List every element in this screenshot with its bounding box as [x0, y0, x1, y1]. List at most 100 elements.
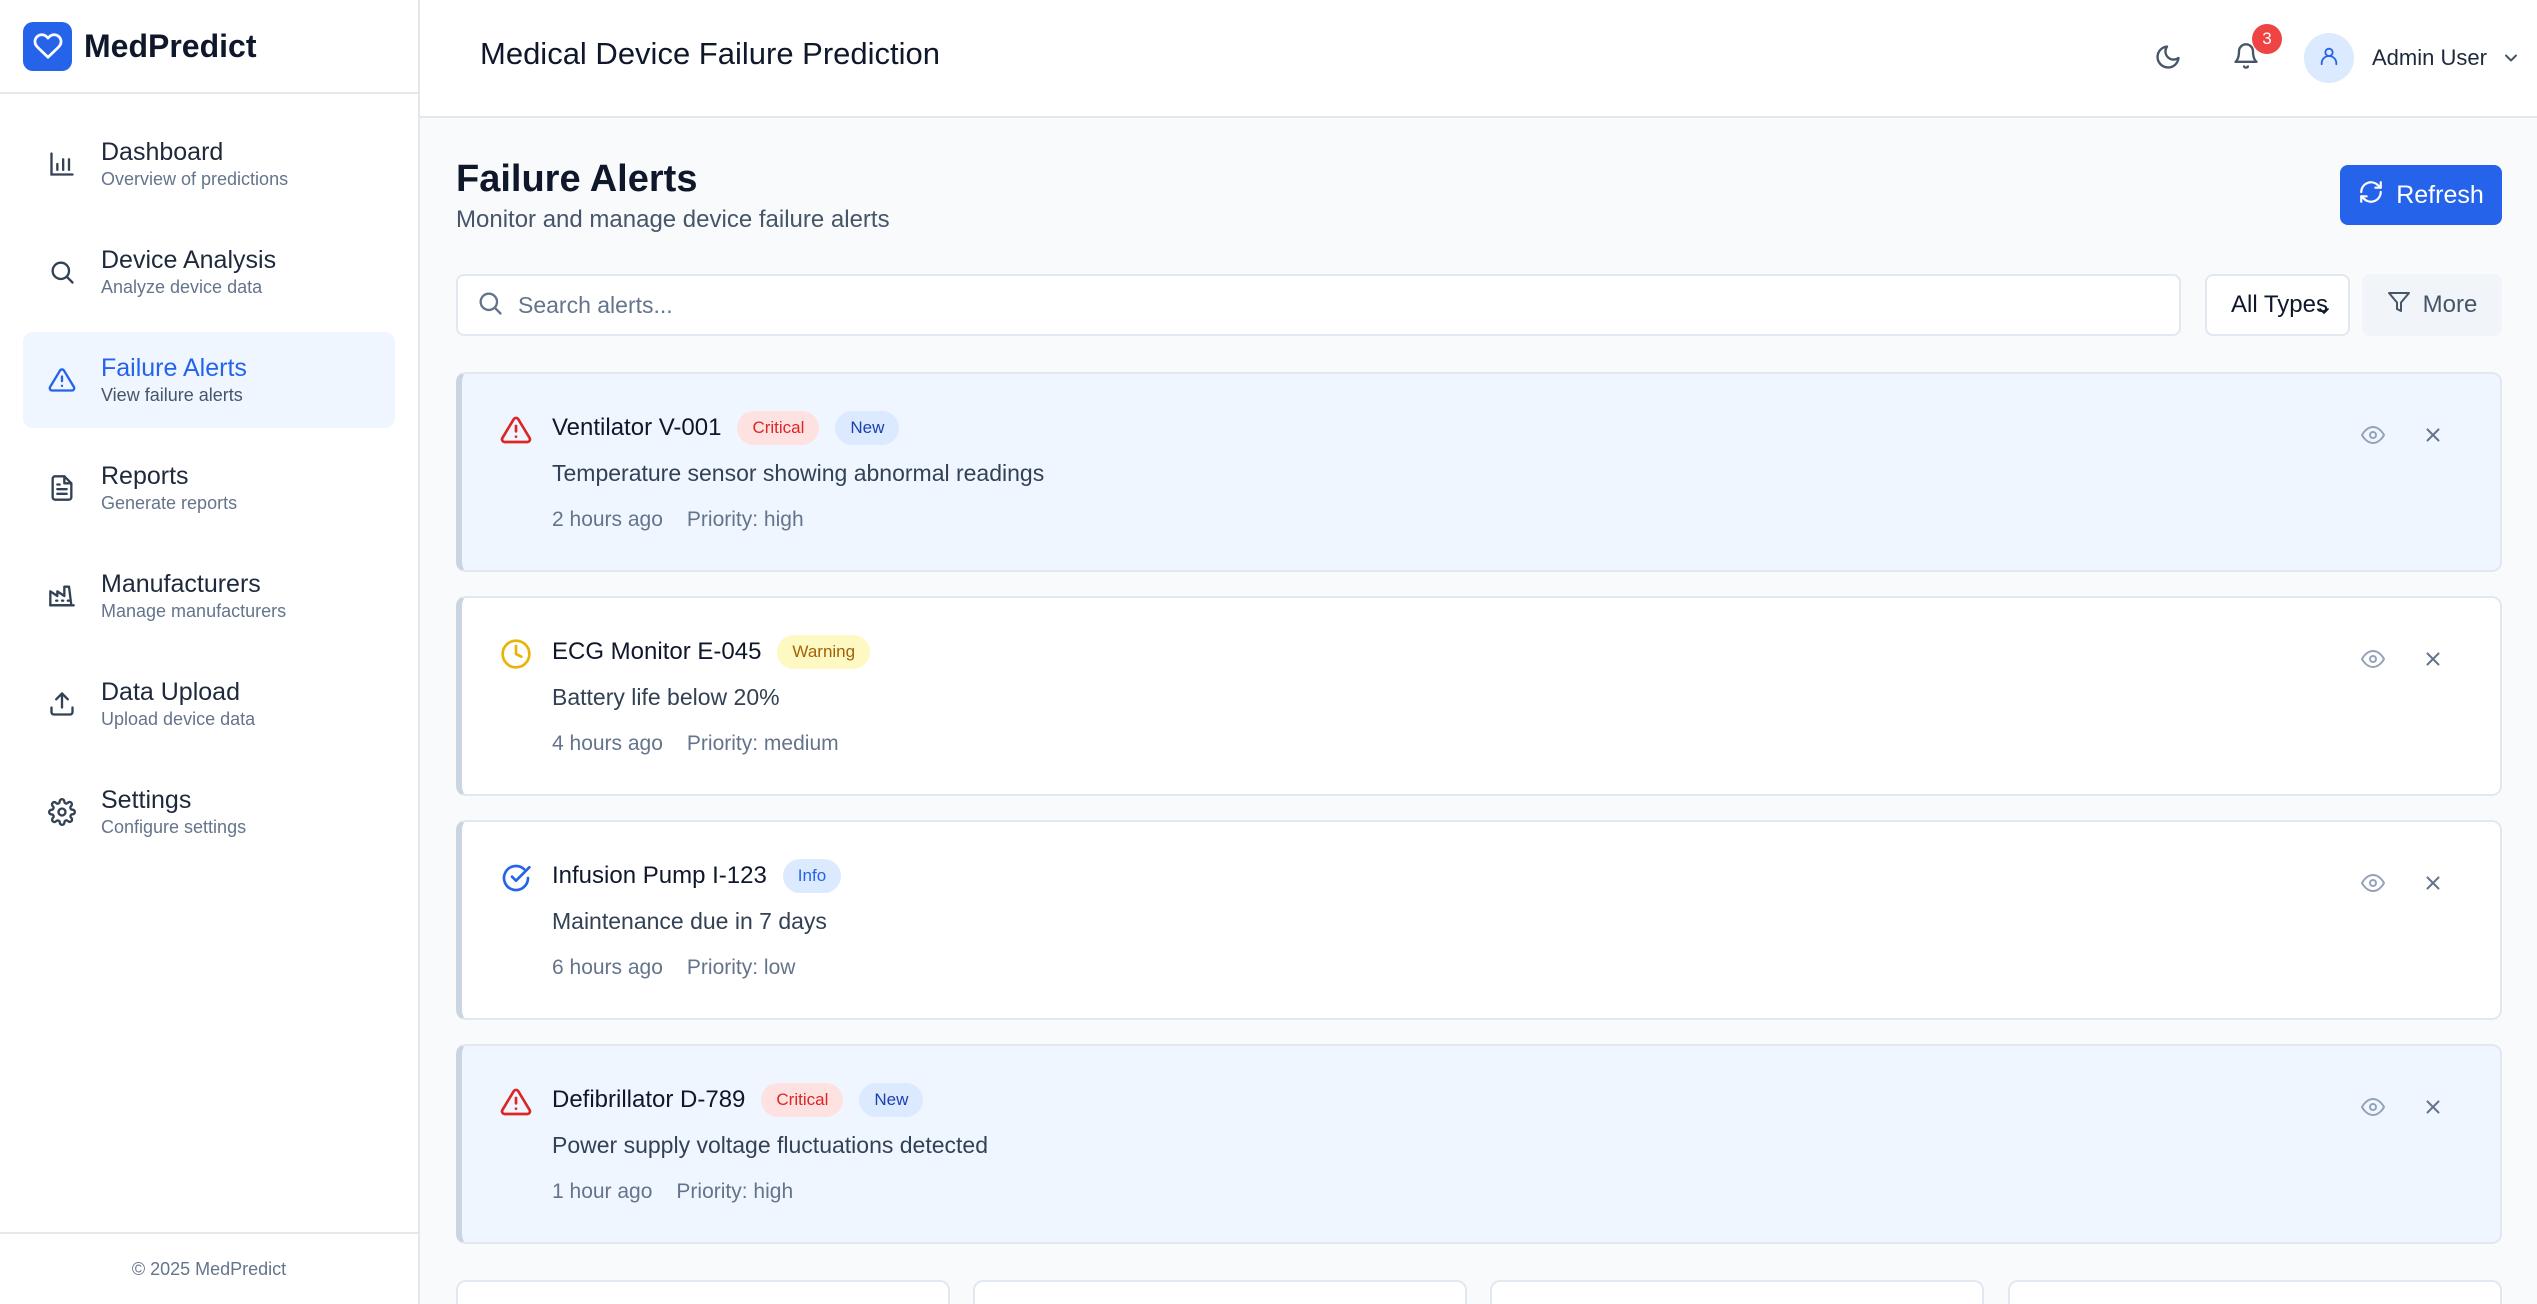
- sidebar-item-label: Reports: [101, 462, 189, 490]
- close-icon[interactable]: [2418, 868, 2448, 898]
- stat-card: [973, 1280, 1467, 1304]
- stat-card: [2008, 1280, 2502, 1304]
- alert-priority: Priority: high: [676, 1180, 794, 1203]
- alert-card[interactable]: Ventilator V-001 Critical New Temperatur…: [456, 372, 2502, 572]
- alert-message: Temperature sensor showing abnormal read…: [552, 460, 1045, 486]
- user-name: Admin User: [2372, 45, 2487, 70]
- alert-time: 2 hours ago: [552, 508, 663, 531]
- eye-icon[interactable]: [2358, 868, 2388, 898]
- sidebar-footer: © 2025 MedPredict: [0, 1232, 418, 1304]
- severity-badge: Critical: [737, 411, 820, 445]
- sidebar-item-sublabel: Manage manufacturers: [101, 601, 287, 621]
- sidebar-item-label: Device Analysis: [101, 246, 277, 274]
- alert-priority: Priority: medium: [686, 732, 839, 755]
- sidebar-item-sublabel: Overview of predictions: [101, 169, 289, 189]
- alert-triangle-icon: [47, 365, 77, 395]
- top-header: Medical Device Failure Prediction 3 Admi…: [420, 0, 2537, 118]
- search-icon: [476, 289, 504, 322]
- alert-priority: Priority: low: [686, 956, 796, 979]
- clock-icon: [500, 638, 532, 670]
- avatar: [2304, 33, 2354, 83]
- sidebar-item-sublabel: Configure settings: [101, 817, 247, 837]
- page-title: Failure Alerts: [456, 158, 698, 200]
- notifications-button[interactable]: 3: [2226, 24, 2282, 78]
- sidebar-item-settings[interactable]: Settings Configure settings: [23, 764, 395, 860]
- sidebar-nav: Dashboard Overview of predictions Device…: [0, 94, 418, 860]
- more-filters-button[interactable]: More: [2362, 274, 2502, 336]
- upload-icon: [47, 689, 77, 719]
- dark-mode-toggle[interactable]: [2148, 39, 2188, 79]
- sidebar-item-label: Failure Alerts: [101, 354, 247, 382]
- file-text-icon: [47, 473, 77, 503]
- alert-card[interactable]: ECG Monitor E-045 Warning Battery life b…: [456, 596, 2502, 796]
- alert-time: 6 hours ago: [552, 956, 663, 979]
- gear-icon: [47, 797, 77, 827]
- sidebar-item-reports[interactable]: Reports Generate reports: [23, 440, 395, 536]
- sidebar-item-sublabel: Analyze device data: [101, 277, 263, 297]
- severity-badge: Warning: [777, 635, 871, 669]
- sidebar: MedPredict Dashboard Overview of predict…: [0, 0, 420, 1304]
- new-badge: New: [835, 411, 900, 445]
- alert-message: Power supply voltage fluctuations detect…: [552, 1132, 988, 1158]
- alert-priority: Priority: high: [686, 508, 804, 531]
- chevron-down-icon: [2501, 48, 2521, 68]
- sidebar-item-dashboard[interactable]: Dashboard Overview of predictions: [23, 116, 395, 212]
- alert-card[interactable]: Defibrillator D-789 Critical New Power s…: [456, 1044, 2502, 1244]
- sidebar-item-label: Settings: [101, 786, 192, 814]
- refresh-button[interactable]: Refresh: [2340, 165, 2502, 225]
- sidebar-item-sublabel: Upload device data: [101, 709, 256, 729]
- sidebar-item-data-upload[interactable]: Data Upload Upload device data: [23, 656, 395, 752]
- type-filter-select[interactable]: All Types: [2205, 274, 2350, 336]
- refresh-label: Refresh: [2396, 180, 2484, 209]
- factory-icon: [47, 581, 77, 611]
- alert-time: 1 hour ago: [552, 1180, 653, 1203]
- sidebar-item-manufacturers[interactable]: Manufacturers Manage manufacturers: [23, 548, 395, 644]
- search-input[interactable]: [518, 291, 2118, 319]
- alert-device-name: Ventilator V-001: [552, 414, 722, 441]
- chevron-down-icon: [2316, 298, 2332, 326]
- stat-card: [456, 1280, 950, 1304]
- alert-message: Maintenance due in 7 days: [552, 908, 827, 934]
- header-title: Medical Device Failure Prediction: [480, 36, 941, 71]
- search-icon: [47, 257, 77, 287]
- stat-card: [1490, 1280, 1984, 1304]
- close-icon[interactable]: [2418, 644, 2448, 674]
- user-icon: [2318, 45, 2340, 72]
- alert-device-name: Infusion Pump I-123: [552, 862, 767, 889]
- eye-icon[interactable]: [2358, 420, 2388, 450]
- heart-logo-icon: [23, 21, 72, 71]
- filter-icon: [2387, 290, 2411, 321]
- more-label: More: [2422, 291, 2478, 318]
- alert-card[interactable]: Infusion Pump I-123 Info Maintenance due…: [456, 820, 2502, 1020]
- alert-device-name: Defibrillator D-789: [552, 1086, 746, 1113]
- brand[interactable]: MedPredict: [0, 0, 418, 94]
- moon-icon: [2154, 43, 2182, 76]
- alert-triangle-icon: [500, 1086, 532, 1118]
- check-circle-icon: [500, 862, 532, 894]
- alert-time: 4 hours ago: [552, 732, 663, 755]
- sidebar-item-failure-alerts[interactable]: Failure Alerts View failure alerts: [23, 332, 395, 428]
- refresh-icon: [2358, 179, 2384, 212]
- app-name: MedPredict: [84, 27, 257, 64]
- sidebar-item-label: Manufacturers: [101, 570, 261, 598]
- eye-icon[interactable]: [2358, 1092, 2388, 1122]
- severity-badge: Critical: [761, 1083, 844, 1117]
- page-subtitle: Monitor and manage device failure alerts: [456, 206, 890, 233]
- notification-count-badge: 3: [2252, 24, 2282, 54]
- close-icon[interactable]: [2418, 420, 2448, 450]
- sidebar-item-device-analysis[interactable]: Device Analysis Analyze device data: [23, 224, 395, 320]
- new-badge: New: [859, 1083, 924, 1117]
- search-box: [456, 274, 2181, 336]
- sidebar-item-sublabel: View failure alerts: [101, 385, 243, 405]
- close-icon[interactable]: [2418, 1092, 2448, 1122]
- sidebar-item-label: Dashboard: [101, 138, 224, 166]
- alert-triangle-icon: [500, 414, 532, 446]
- alert-device-name: ECG Monitor E-045: [552, 638, 762, 665]
- type-filter-value: All Types: [2231, 291, 2328, 318]
- sidebar-item-label: Data Upload: [101, 678, 240, 706]
- bar-chart-icon: [47, 149, 77, 179]
- sidebar-item-sublabel: Generate reports: [101, 493, 238, 513]
- user-menu[interactable]: Admin User: [2304, 32, 2521, 84]
- eye-icon[interactable]: [2358, 644, 2388, 674]
- severity-badge: Info: [782, 859, 842, 893]
